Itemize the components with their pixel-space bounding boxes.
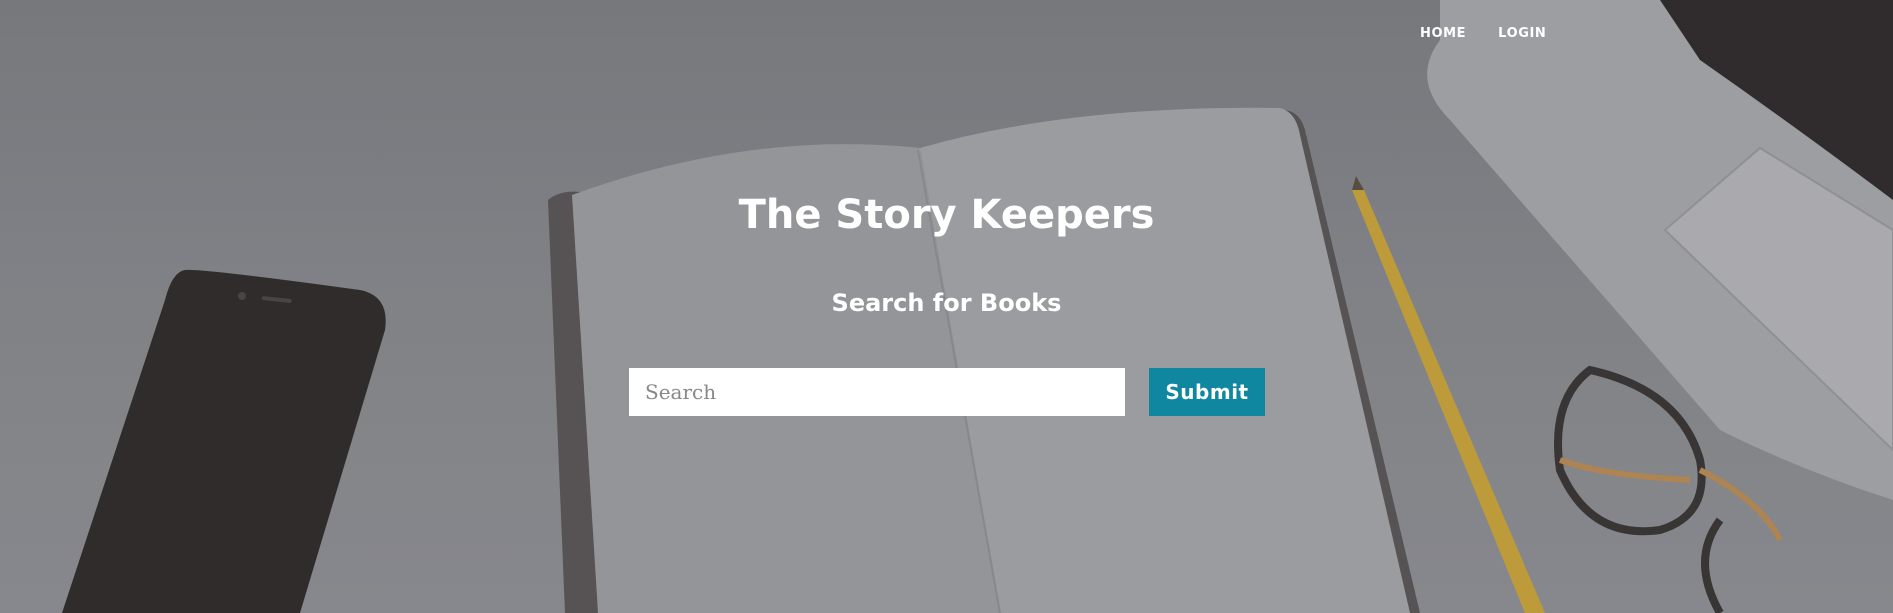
search-input[interactable] (629, 368, 1125, 416)
search-heading: Search for Books (831, 289, 1062, 317)
top-nav: HOME LOGIN (1420, 26, 1546, 41)
nav-home-link[interactable]: HOME (1420, 26, 1466, 41)
nav-login-link[interactable]: LOGIN (1498, 26, 1546, 41)
submit-button[interactable]: Submit (1149, 368, 1265, 416)
hero-section: HOME LOGIN The Story Keepers Search for … (0, 0, 1893, 613)
site-title: The Story Keepers (738, 192, 1155, 238)
